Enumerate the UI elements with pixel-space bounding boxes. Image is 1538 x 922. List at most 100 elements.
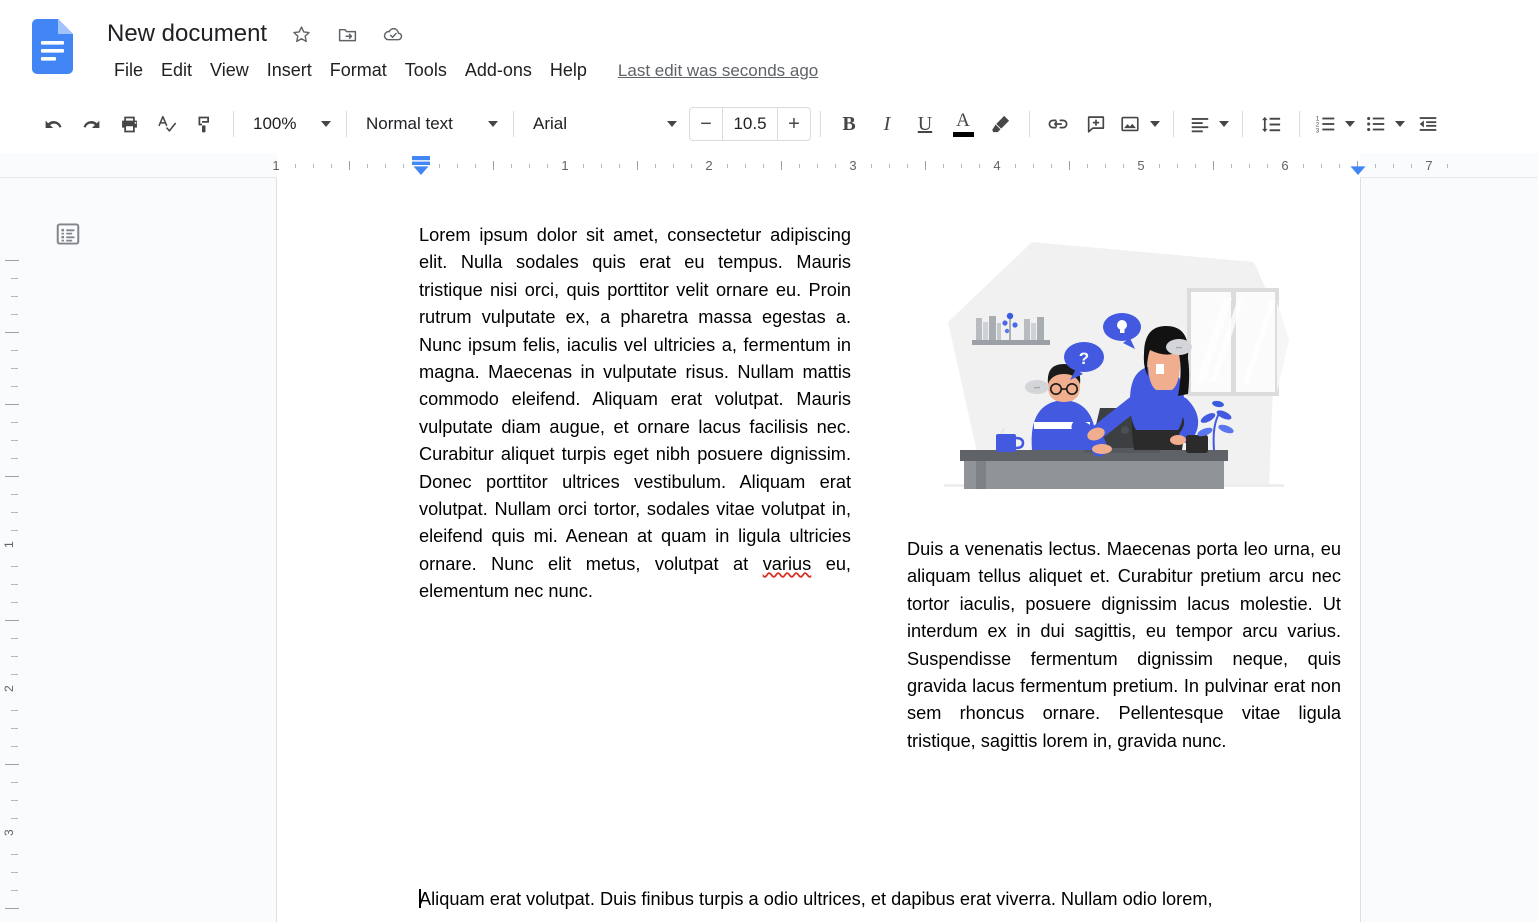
underline-button[interactable]: U — [906, 105, 944, 143]
ruler-tick — [673, 164, 674, 168]
menu-insert[interactable]: Insert — [258, 58, 321, 83]
vruler-tick — [11, 566, 18, 567]
last-edit-status[interactable]: Last edit was seconds ago — [618, 61, 818, 81]
vertical-ruler[interactable]: 1 2 3 4 — [0, 178, 22, 922]
document-outline-icon[interactable] — [50, 216, 86, 252]
ruler-tick — [799, 164, 800, 168]
google-docs-window: New document File Edit View Insert Forma… — [0, 0, 1538, 922]
highlight-pen-icon[interactable] — [982, 105, 1020, 143]
cloud-saved-icon[interactable] — [381, 22, 405, 46]
font-family-dropdown[interactable]: Arial — [523, 106, 683, 142]
paragraph-left[interactable]: Lorem ipsum dolor sit amet, consectetur … — [419, 222, 851, 606]
document-title[interactable]: New document — [107, 20, 267, 48]
ruler-tick — [1267, 164, 1268, 168]
ruler-tick — [655, 164, 656, 168]
misspelled-word[interactable]: varius — [763, 554, 812, 574]
menu-tools[interactable]: Tools — [396, 58, 456, 83]
text-color-label: A — [956, 110, 970, 131]
bulleted-list-dropdown[interactable] — [1359, 106, 1409, 142]
chevron-down-icon — [1395, 121, 1405, 127]
ruler-tick — [817, 164, 818, 168]
app-header: New document File Edit View Insert Forma… — [0, 0, 1538, 95]
increase-font-size-button[interactable]: + — [778, 108, 810, 140]
decrease-indent-icon[interactable] — [1409, 105, 1447, 143]
align-dropdown[interactable] — [1183, 106, 1233, 142]
google-docs-logo[interactable] — [32, 19, 73, 74]
menu-view[interactable]: View — [201, 58, 258, 83]
ruler-tick — [727, 164, 728, 168]
ruler-number: 6 — [1281, 158, 1289, 173]
paragraph-right[interactable]: Duis a venenatis lectus. Maecenas porta … — [907, 536, 1341, 755]
ruler-tick — [439, 164, 440, 168]
ruler-tick — [1123, 164, 1124, 168]
title-row: New document — [107, 16, 405, 52]
paint-format-icon[interactable] — [186, 105, 224, 143]
menu-addons[interactable]: Add-ons — [456, 58, 541, 83]
line-spacing-icon[interactable] — [1252, 105, 1290, 143]
vruler-tick — [11, 746, 18, 747]
ruler-tick — [1393, 164, 1394, 168]
vruler-tick — [11, 602, 18, 603]
vruler-tick — [11, 890, 18, 891]
vruler-tick — [11, 854, 18, 855]
numbered-list-dropdown[interactable]: 1 2 3 — [1309, 106, 1359, 142]
chevron-down-icon — [1150, 121, 1160, 127]
menu-format[interactable]: Format — [321, 58, 396, 83]
ruler-tick — [1087, 164, 1088, 168]
vruler-tick — [11, 278, 18, 279]
dark-mug — [1186, 435, 1208, 453]
paragraph-style-value: Normal text — [366, 114, 453, 133]
vruler-tick — [11, 314, 18, 315]
vruler-number: 1 — [2, 541, 16, 548]
undo-icon[interactable] — [34, 105, 72, 143]
toolbar-divider — [233, 111, 234, 137]
vruler-tick — [11, 458, 18, 459]
vruler-tick — [5, 260, 19, 261]
toolbar-divider — [1173, 111, 1174, 137]
vruler-tick — [11, 512, 18, 513]
ruler-tick — [1303, 164, 1304, 168]
spellcheck-icon[interactable] — [148, 105, 186, 143]
paragraph-bottom[interactable]: Aliquam erat volutpat. Duis finibus turp… — [419, 886, 1361, 913]
document-page[interactable]: Lorem ipsum dolor sit amet, consectetur … — [277, 178, 1360, 922]
ruler-tick — [1375, 164, 1376, 168]
toolbar-divider — [1029, 111, 1030, 137]
right-indent-marker[interactable] — [1348, 155, 1368, 176]
ruler-tick — [871, 164, 872, 168]
ruler-tick — [457, 164, 458, 168]
ruler-tick — [601, 164, 602, 168]
ruler-tick — [691, 164, 692, 168]
add-comment-icon[interactable] — [1077, 105, 1115, 143]
ruler-tick — [313, 164, 314, 168]
text-color-button[interactable]: A — [944, 105, 982, 143]
menu-file[interactable]: File — [105, 58, 152, 83]
font-size-input[interactable]: 10.5 — [722, 108, 778, 140]
redo-icon[interactable] — [72, 105, 110, 143]
office-collaboration-illustration[interactable]: ? ••• ••• — [907, 222, 1341, 512]
zoom-level-dropdown[interactable]: 100% — [243, 106, 337, 142]
paragraph-style-dropdown[interactable]: Normal text — [356, 106, 504, 142]
vruler-tick — [11, 440, 18, 441]
insert-image-dropdown[interactable] — [1115, 106, 1164, 142]
horizontal-ruler[interactable]: 1 1 2 3 4 5 6 7 — [0, 153, 1538, 178]
ruler-tick — [1411, 164, 1412, 168]
decrease-font-size-button[interactable]: − — [690, 108, 722, 140]
ruler-tick — [619, 164, 620, 168]
star-icon[interactable] — [289, 22, 313, 46]
svg-text:?: ? — [1079, 349, 1089, 368]
menu-edit[interactable]: Edit — [152, 58, 201, 83]
menu-help[interactable]: Help — [541, 58, 596, 83]
ruler-tick — [763, 164, 764, 168]
move-to-folder-icon[interactable] — [335, 22, 359, 46]
italic-button[interactable]: I — [868, 105, 906, 143]
desk — [960, 450, 1228, 489]
ruler-tick — [295, 164, 296, 168]
insert-link-icon[interactable] — [1039, 105, 1077, 143]
print-icon[interactable] — [110, 105, 148, 143]
vruler-tick — [11, 368, 18, 369]
vruler-tick — [11, 818, 18, 819]
numbered-list-icon: 1 2 3 — [1315, 113, 1337, 135]
bold-button[interactable]: B — [830, 105, 868, 143]
ruler-tick — [943, 164, 944, 168]
left-indent-marker[interactable] — [411, 155, 431, 176]
